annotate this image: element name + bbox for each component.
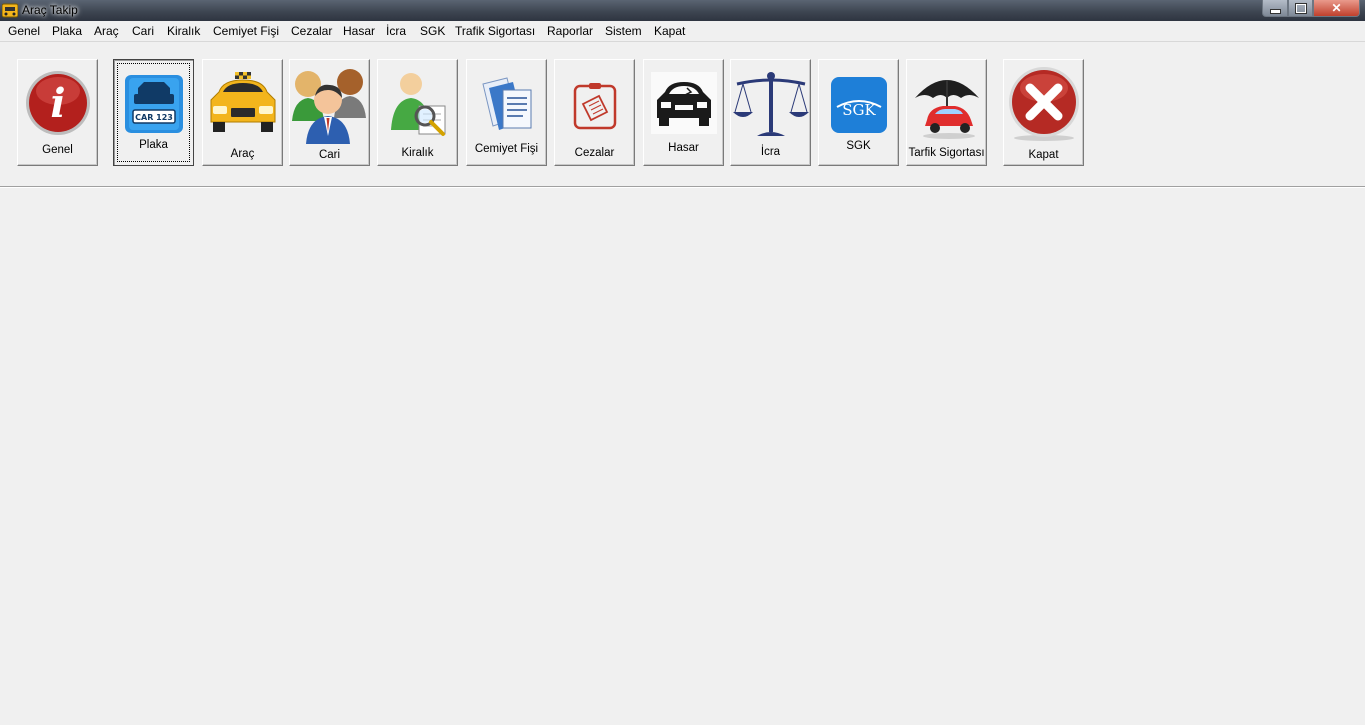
toolbar-icra-label: İcra bbox=[760, 146, 781, 158]
toolbar-arac-button[interactable]: Araç bbox=[202, 59, 283, 166]
menu-hasar[interactable]: Hasar bbox=[343, 24, 375, 38]
menu-sgk[interactable]: SGK bbox=[420, 24, 445, 38]
people-icon bbox=[291, 69, 366, 144]
umbrella-car-icon bbox=[914, 80, 979, 139]
toolbar-sgk-button[interactable]: SGK SGK bbox=[818, 59, 899, 166]
toolbar-plaka-button[interactable]: CAR 123 Plaka bbox=[113, 59, 194, 166]
plate-text: CAR 123 bbox=[135, 113, 173, 122]
menu-raporlar[interactable]: Raporlar bbox=[547, 24, 593, 38]
maximize-button[interactable] bbox=[1288, 0, 1313, 17]
menu-sistem[interactable]: Sistem bbox=[605, 24, 642, 38]
main-workspace bbox=[0, 188, 1365, 725]
close-x-icon bbox=[1008, 67, 1079, 141]
toolbar-trafik-sigortasi-button[interactable]: Tarfik Sigortası bbox=[906, 59, 987, 166]
toolbar-plaka-label: Plaka bbox=[139, 139, 168, 151]
toolbar-kapat-label: Kapat bbox=[1028, 149, 1059, 161]
menu-kiralik[interactable]: Kiralık bbox=[167, 24, 200, 38]
toolbar-arac-label: Araç bbox=[230, 148, 255, 160]
menu-icra[interactable]: İcra bbox=[386, 24, 406, 38]
toolbar-genel-button[interactable]: i Genel bbox=[17, 59, 98, 166]
sgk-logo-text: SGK bbox=[842, 101, 876, 119]
menu-cezalar[interactable]: Cezalar bbox=[291, 24, 332, 38]
toolbar-cemiyet-fisi-button[interactable]: Cemiyet Fişi bbox=[466, 59, 547, 166]
info-icon: i bbox=[25, 71, 90, 135]
toolbar-cezalar-button[interactable]: Cezalar bbox=[554, 59, 635, 166]
menu-kapat[interactable]: Kapat bbox=[654, 24, 685, 38]
toolbar-cemiyet-fisi-label: Cemiyet Fişi bbox=[474, 143, 539, 155]
sgk-logo-icon: SGK bbox=[830, 77, 887, 133]
title-bar[interactable]: Araç Takip ✕ bbox=[0, 0, 1365, 21]
minimize-icon bbox=[1269, 8, 1281, 14]
menu-cemiyet-fisi[interactable]: Cemiyet Fişi bbox=[213, 24, 279, 38]
toolbar-kapat-button[interactable]: Kapat bbox=[1003, 59, 1084, 166]
toolbar-kiralik-label: Kiralık bbox=[401, 147, 434, 159]
documents-icon bbox=[481, 77, 531, 130]
toolbar-hasar-label: Hasar bbox=[668, 142, 699, 154]
menu-plaka[interactable]: Plaka bbox=[52, 24, 82, 38]
license-plate-icon: CAR 123 bbox=[124, 75, 183, 133]
toolbar-sgk-label: SGK bbox=[846, 140, 871, 152]
restore-icon bbox=[1294, 2, 1307, 14]
person-search-icon bbox=[390, 73, 445, 136]
damaged-car-icon bbox=[650, 72, 717, 134]
minimize-button[interactable] bbox=[1262, 0, 1288, 17]
toolbar-cari-label: Cari bbox=[318, 149, 341, 161]
menu-arac[interactable]: Araç bbox=[94, 24, 119, 38]
ticket-icon bbox=[573, 83, 616, 130]
window-close-button[interactable]: ✕ bbox=[1313, 0, 1360, 17]
close-icon: ✕ bbox=[1331, 1, 1342, 15]
taxi-icon bbox=[210, 72, 275, 132]
taxi-app-icon bbox=[2, 3, 18, 18]
menu-trafik-sigortasi[interactable]: Trafik Sigortası bbox=[455, 24, 535, 38]
toolbar-genel-label: Genel bbox=[42, 144, 73, 156]
toolbar-hasar-button[interactable]: Hasar bbox=[643, 59, 724, 166]
toolbar-kiralik-button[interactable]: Kiralık bbox=[377, 59, 458, 166]
scales-icon bbox=[732, 72, 809, 136]
svg-text:i: i bbox=[50, 80, 65, 127]
toolbar-trafik-sigortasi-label: Tarfik Sigortası bbox=[908, 147, 985, 159]
toolbar-cari-button[interactable]: Cari bbox=[289, 59, 370, 166]
toolbar-cezalar-label: Cezalar bbox=[574, 147, 615, 159]
menu-bar: Genel Plaka Araç Cari Kiralık Cemiyet Fi… bbox=[0, 21, 1365, 42]
menu-genel[interactable]: Genel bbox=[8, 24, 40, 38]
menu-cari[interactable]: Cari bbox=[132, 24, 154, 38]
toolbar-icra-button[interactable]: İcra bbox=[730, 59, 811, 166]
window-title: Araç Takip bbox=[22, 3, 78, 17]
